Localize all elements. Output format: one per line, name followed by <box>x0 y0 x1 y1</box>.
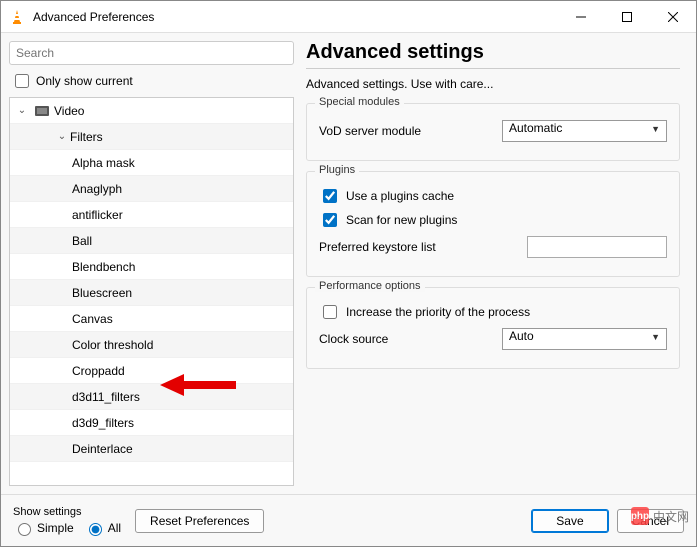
page-title: Advanced settings <box>306 41 680 64</box>
group-title: Special modules <box>315 96 404 108</box>
radio-simple[interactable]: Simple <box>13 520 74 536</box>
group-plugins: Plugins Use a plugins cache Scan for new… <box>306 171 680 277</box>
scan-new-plugins-label: Scan for new plugins <box>346 213 457 227</box>
tree-item-alpha-mask[interactable]: Alpha mask <box>10 150 293 176</box>
tree-item-antiflicker[interactable]: antiflicker <box>10 202 293 228</box>
group-performance: Performance options Increase the priorit… <box>306 287 680 369</box>
tree-node-label: Filters <box>70 130 103 144</box>
page-subtitle: Advanced settings. Use with care... <box>306 77 680 91</box>
show-settings-group: Show settings Simple All <box>13 506 121 536</box>
footer: Show settings Simple All Reset Preferenc… <box>1 494 696 546</box>
increase-priority-checkbox[interactable] <box>323 305 337 319</box>
watermark-text: 中文网 <box>653 508 689 525</box>
tree-item-d3d9-filters[interactable]: d3d9_filters <box>10 410 293 436</box>
preferences-window: Advanced Preferences Only show current ⌄ <box>0 0 697 547</box>
chevron-down-icon[interactable]: ⌄ <box>54 131 70 142</box>
group-special-modules: Special modules VoD server module Automa… <box>306 103 680 161</box>
settings-tree[interactable]: ⌄ Video ⌄ Filters Alpha mask Anaglyph an… <box>9 97 294 486</box>
increase-priority-row[interactable]: Increase the priority of the process <box>319 302 667 322</box>
keystore-label: Preferred keystore list <box>319 240 436 254</box>
only-show-current-label: Only show current <box>36 74 133 88</box>
content-area: Only show current ⌄ Video ⌄ Filters Alph… <box>1 33 696 494</box>
search-input[interactable] <box>9 41 294 65</box>
tree-item-blendbench[interactable]: Blendbench <box>10 254 293 280</box>
tree-item-croppadd[interactable]: Croppadd <box>10 358 293 384</box>
watermark-icon: php <box>631 507 649 525</box>
close-button[interactable] <box>650 1 696 33</box>
group-title: Plugins <box>315 164 359 176</box>
minimize-button[interactable] <box>558 1 604 33</box>
tree-item-ball[interactable]: Ball <box>10 228 293 254</box>
radio-all[interactable]: All <box>84 520 121 536</box>
tree-item-color-threshold[interactable]: Color threshold <box>10 332 293 358</box>
scan-new-plugins-checkbox[interactable] <box>323 213 337 227</box>
window-title: Advanced Preferences <box>33 10 558 24</box>
group-title: Performance options <box>315 280 425 292</box>
right-pane: Advanced settings Advanced settings. Use… <box>302 41 688 486</box>
vod-label: VoD server module <box>319 124 421 138</box>
watermark: php 中文网 <box>631 507 689 525</box>
use-plugins-cache-row[interactable]: Use a plugins cache <box>319 186 667 206</box>
increase-priority-label: Increase the priority of the process <box>346 305 530 319</box>
tree-item-d3d11-filters[interactable]: d3d11_filters <box>10 384 293 410</box>
clock-source-label: Clock source <box>319 332 388 346</box>
video-icon <box>34 103 50 119</box>
left-pane: Only show current ⌄ Video ⌄ Filters Alph… <box>9 41 294 486</box>
show-settings-label: Show settings <box>13 506 121 518</box>
tree-node-filters[interactable]: ⌄ Filters <box>10 124 293 150</box>
tree-item-canvas[interactable]: Canvas <box>10 306 293 332</box>
maximize-button[interactable] <box>604 1 650 33</box>
only-show-current-row[interactable]: Only show current <box>9 71 294 91</box>
scan-new-plugins-row[interactable]: Scan for new plugins <box>319 210 667 230</box>
titlebar: Advanced Preferences <box>1 1 696 33</box>
vod-select[interactable]: Automatic <box>502 120 667 142</box>
chevron-down-icon[interactable]: ⌄ <box>14 105 30 116</box>
tree-item-anaglyph[interactable]: Anaglyph <box>10 176 293 202</box>
divider <box>306 68 680 69</box>
save-button[interactable]: Save <box>531 509 608 533</box>
vlc-icon <box>9 9 25 25</box>
reset-preferences-button[interactable]: Reset Preferences <box>135 509 264 533</box>
use-plugins-cache-checkbox[interactable] <box>323 189 337 203</box>
use-plugins-cache-label: Use a plugins cache <box>346 189 454 203</box>
tree-item-deinterlace[interactable]: Deinterlace <box>10 436 293 462</box>
keystore-input[interactable] <box>527 236 667 258</box>
tree-node-video[interactable]: ⌄ Video <box>10 98 293 124</box>
tree-item-bluescreen[interactable]: Bluescreen <box>10 280 293 306</box>
only-show-current-checkbox[interactable] <box>15 74 29 88</box>
clock-source-select[interactable]: Auto <box>502 328 667 350</box>
tree-node-label: Video <box>54 104 84 118</box>
